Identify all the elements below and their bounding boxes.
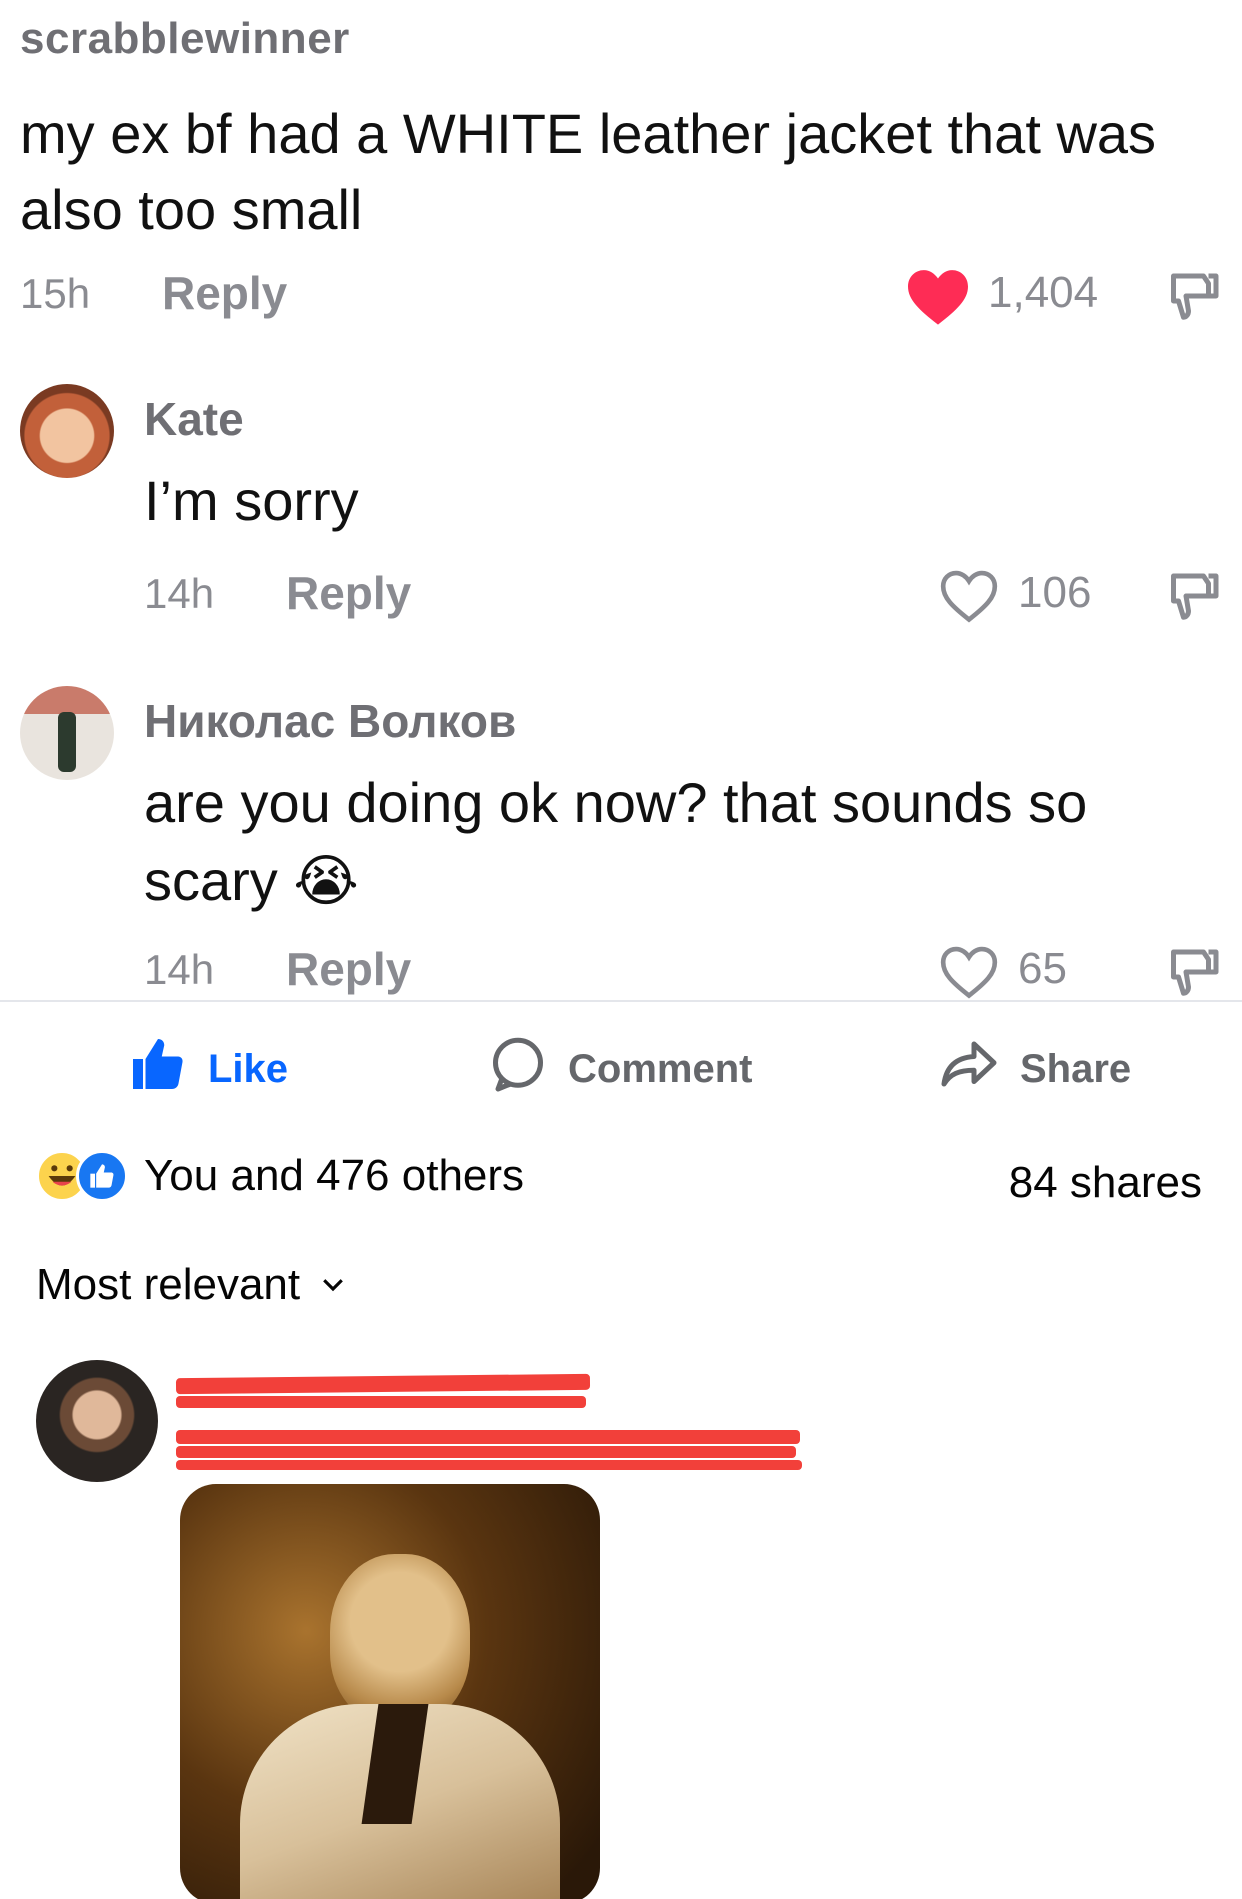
shares-count[interactable]: 84 shares xyxy=(1009,1158,1202,1208)
loudly-crying-emoji: 😭 xyxy=(293,849,359,912)
reply-text: are you doing ok now? that sounds so sca… xyxy=(144,764,1204,920)
comment-icon xyxy=(488,1034,548,1104)
commenter-avatar[interactable] xyxy=(36,1360,158,1482)
reply-reply-button[interactable]: Reply xyxy=(286,942,411,996)
reactions-text: You and 476 others xyxy=(144,1151,525,1200)
comment-label: Comment xyxy=(568,1046,753,1091)
like-label: Like xyxy=(208,1046,289,1091)
reply-like-count: 65 xyxy=(1018,944,1067,993)
sort-label: Most relevant xyxy=(36,1260,301,1309)
kate-avatar[interactable] xyxy=(20,384,114,478)
reaction-icons xyxy=(36,1150,128,1202)
reactions-summary[interactable]: You and 476 others xyxy=(36,1150,524,1202)
dislike-icon[interactable] xyxy=(1166,566,1226,626)
top-comment-like-count: 1,404 xyxy=(988,268,1099,317)
reply-like-count: 106 xyxy=(1018,568,1092,617)
redacted-comment-text xyxy=(176,1446,796,1458)
share-button[interactable]: Share xyxy=(938,1034,1131,1104)
top-comment-username[interactable]: scrabblewinner xyxy=(20,14,350,64)
redacted-name xyxy=(175,1373,591,1395)
divider xyxy=(0,1000,1242,1002)
heart-outline-icon[interactable] xyxy=(938,942,1000,1002)
nikolas-avatar[interactable] xyxy=(20,686,114,780)
reply-name[interactable]: Kate xyxy=(144,392,244,446)
dislike-icon[interactable] xyxy=(1166,942,1226,1002)
top-comment-time: 15h xyxy=(20,270,91,317)
reply-text-content: are you doing ok now? that sounds so sca… xyxy=(144,771,1088,912)
redacted-comment-text xyxy=(176,1460,802,1470)
reply-text: I’m sorry xyxy=(144,469,359,532)
share-icon xyxy=(938,1034,1000,1104)
top-comment-reply-button[interactable]: Reply xyxy=(162,266,287,320)
reply-name[interactable]: Николас Волков xyxy=(144,694,516,748)
chevron-down-icon xyxy=(318,1260,348,1310)
like-button[interactable]: Like xyxy=(128,1034,288,1104)
thumbs-up-icon xyxy=(128,1034,188,1104)
comment-sort-dropdown[interactable]: Most relevant xyxy=(36,1260,348,1310)
like-reaction-icon xyxy=(76,1150,128,1202)
comment-button[interactable]: Comment xyxy=(488,1034,752,1104)
comment-attached-photo[interactable] xyxy=(180,1484,600,1899)
share-label: Share xyxy=(1020,1046,1132,1091)
heart-filled-icon[interactable] xyxy=(905,266,971,326)
reply-time: 14h xyxy=(144,570,215,617)
top-comment-text: my ex bf had a WHITE leather jacket that… xyxy=(20,102,1157,241)
redacted-comment-text xyxy=(176,1430,800,1444)
reply-time: 14h xyxy=(144,946,215,993)
reply-reply-button[interactable]: Reply xyxy=(286,566,411,620)
redacted-name xyxy=(176,1396,586,1408)
dislike-icon[interactable] xyxy=(1166,266,1226,326)
heart-outline-icon[interactable] xyxy=(938,566,1000,626)
